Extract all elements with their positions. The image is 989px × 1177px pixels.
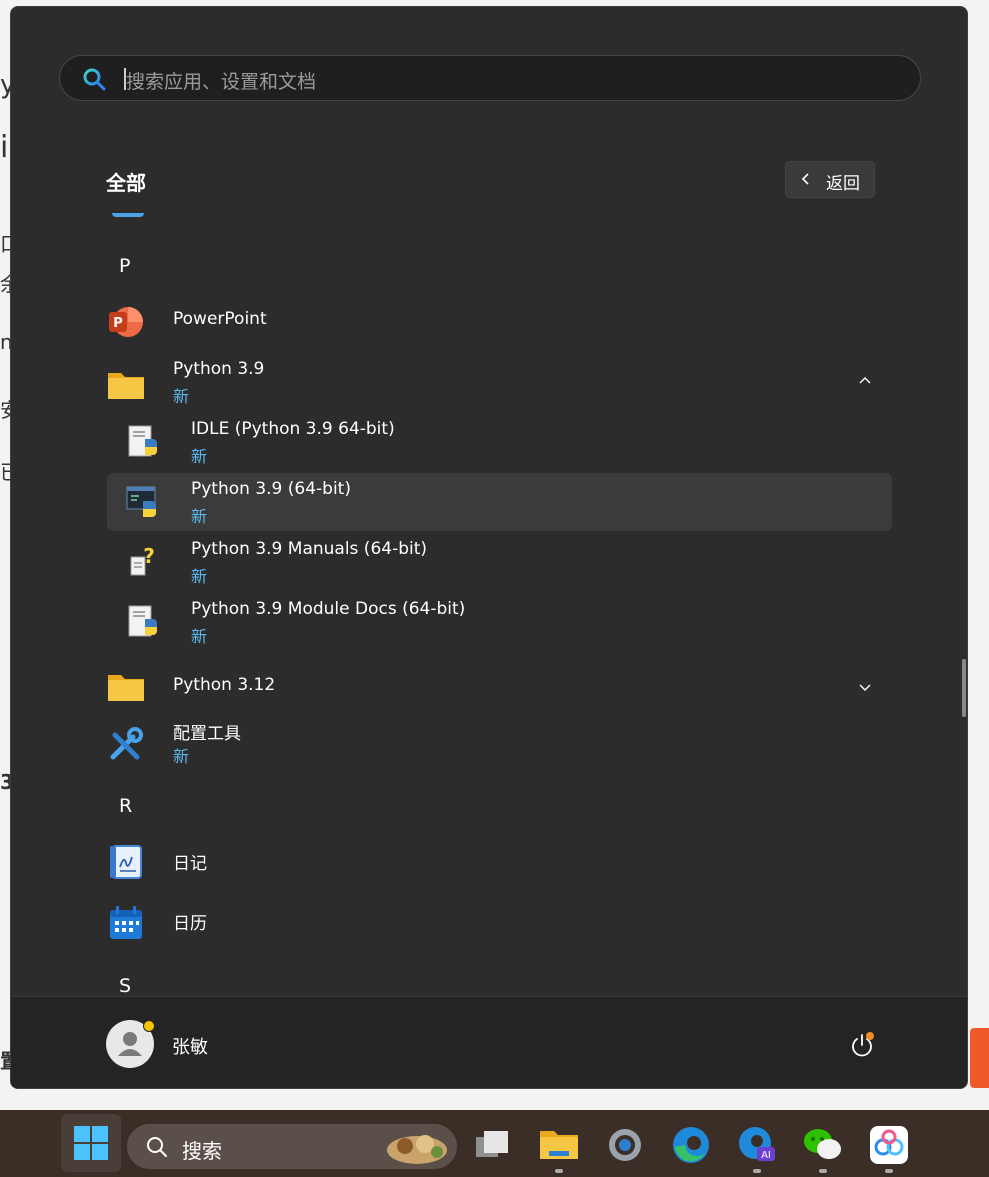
search-icon [147, 1137, 167, 1157]
baidu-netdisk-icon[interactable] [867, 1123, 911, 1167]
back-button[interactable]: 返回 [785, 161, 875, 198]
start-button[interactable] [61, 1114, 121, 1172]
task-view-icon[interactable] [470, 1123, 514, 1167]
python-console-icon [126, 486, 156, 517]
calendar-icon [110, 906, 142, 939]
new-badge: 新 [191, 567, 208, 586]
edge-ai-icon[interactable]: AI [735, 1123, 779, 1167]
app-item-python-3-9-64bit[interactable]: Python 3.9 (64-bit) 新 [107, 473, 892, 531]
python-idle-icon [128, 425, 157, 457]
folder-item-python-3-12[interactable]: Python 3.12 [107, 659, 892, 717]
app-item-calendar[interactable]: 日历 [107, 893, 892, 951]
running-indicator [555, 1169, 563, 1173]
app-item-python-manuals[interactable]: ? Python 3.9 Manuals (64-bit) 新 [107, 533, 892, 591]
app-item-python-module-docs[interactable]: Python 3.9 Module Docs (64-bit) 新 [107, 593, 892, 651]
new-badge: 新 [191, 507, 208, 526]
windows-logo-icon [74, 1126, 108, 1160]
svg-text:AI: AI [761, 1150, 771, 1161]
start-menu: 搜索应用、设置和文档 全部 返回 P P PowerPoint Python 3… [10, 6, 968, 1089]
update-dot [866, 1032, 874, 1040]
user-name[interactable]: 张敏 [172, 1033, 208, 1059]
app-name: 日历 [173, 914, 207, 934]
taskbar: 搜索 AI [0, 1110, 989, 1177]
search-highlight-image [387, 1135, 447, 1164]
svg-text:P: P [113, 316, 123, 331]
partial-app-icon [112, 213, 144, 217]
chevron-down-icon[interactable] [857, 679, 873, 695]
section-title-all: 全部 [106, 171, 146, 195]
back-button-label: 返回 [826, 174, 860, 194]
chevron-left-icon [801, 173, 809, 185]
running-indicator [819, 1169, 827, 1173]
wechat-icon[interactable] [801, 1123, 845, 1167]
app-item-journal[interactable]: 日记 [107, 833, 892, 891]
new-badge: 新 [173, 747, 190, 766]
journal-icon [110, 845, 142, 879]
scrollbar-thumb[interactable] [962, 659, 966, 717]
start-search-box[interactable]: 搜索应用、设置和文档 [59, 55, 921, 101]
letter-header-s[interactable]: S [119, 975, 131, 997]
folder-item-python-3-9[interactable]: Python 3.9 新 [107, 353, 892, 411]
app-name: Python 3.9 Manuals (64-bit) [191, 539, 428, 559]
app-name: Python 3.9 Module Docs (64-bit) [191, 599, 466, 619]
running-indicator [753, 1169, 761, 1173]
letter-header-p[interactable]: P [119, 255, 130, 277]
app-name: Python 3.12 [173, 675, 276, 695]
taskbar-search-label: 搜索 [182, 1139, 222, 1163]
search-placeholder[interactable]: 搜索应用、设置和文档 [126, 67, 316, 94]
notification-dot [143, 1020, 155, 1032]
taskbar-search[interactable]: 搜索 [127, 1124, 457, 1169]
app-name: IDLE (Python 3.9 64-bit) [191, 419, 395, 439]
running-indicator [885, 1169, 893, 1173]
python-docs-icon [128, 605, 157, 637]
app-item-config-tool[interactable]: 配置工具 新 [107, 713, 892, 771]
search-icon [83, 68, 106, 91]
folder-icon [108, 373, 144, 399]
background-orange-button [970, 1028, 989, 1088]
app-item-idle[interactable]: IDLE (Python 3.9 64-bit) 新 [107, 413, 892, 471]
app-name: 日记 [173, 854, 207, 874]
app-name: Python 3.9 (64-bit) [191, 479, 351, 499]
chevron-up-icon[interactable] [857, 373, 873, 389]
file-explorer-icon[interactable] [537, 1123, 581, 1167]
new-badge: 新 [173, 387, 190, 406]
new-badge: 新 [191, 627, 208, 646]
folder-icon [108, 675, 144, 701]
app-name: Python 3.9 [173, 359, 265, 379]
powerpoint-icon: P [109, 307, 143, 337]
app-name: PowerPoint [173, 309, 267, 329]
edge-browser-icon[interactable] [669, 1123, 713, 1167]
settings-gear-icon[interactable] [603, 1123, 647, 1167]
app-name: 配置工具 [173, 724, 241, 744]
tools-icon [110, 727, 143, 760]
app-item-powerpoint[interactable]: P PowerPoint [107, 293, 892, 351]
start-footer: 张敏 [11, 996, 967, 1088]
help-document-icon: ? [130, 544, 155, 576]
svg-text:?: ? [143, 544, 155, 568]
new-badge: 新 [191, 447, 208, 466]
app-list: P P PowerPoint Python 3.9 新 IDLE (Python… [11, 203, 951, 997]
letter-header-r[interactable]: R [119, 795, 132, 817]
